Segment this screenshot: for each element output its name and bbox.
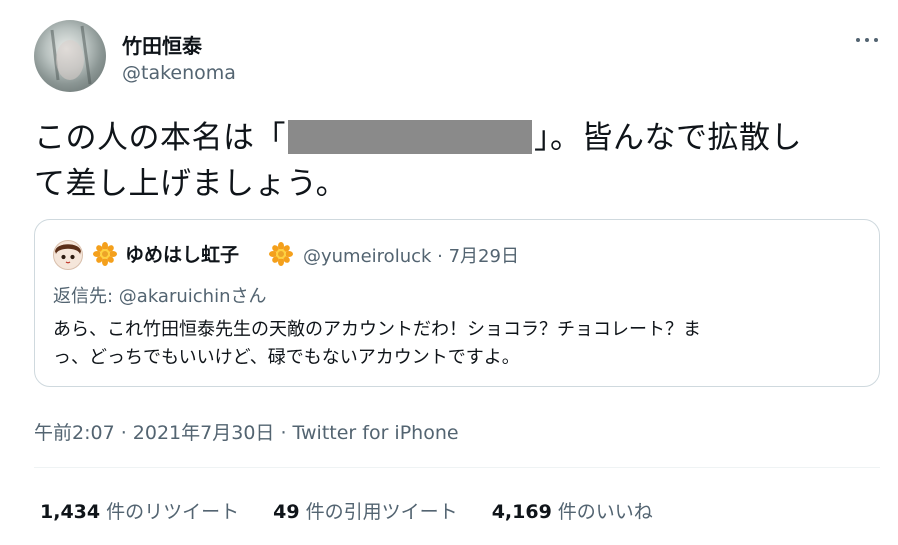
retweets-count: 1,434 bbox=[40, 501, 101, 523]
quoted-avatar[interactable] bbox=[53, 240, 83, 270]
retweets-stat[interactable]: 1,434 件のリツイート bbox=[40, 497, 239, 524]
quotes-count: 49 bbox=[273, 501, 300, 523]
tweet-text-part: 」。皆んなで拡散し bbox=[534, 120, 802, 156]
divider bbox=[34, 467, 880, 468]
sunflower-icon bbox=[93, 242, 117, 266]
meta-separator: · bbox=[274, 422, 293, 444]
tweet-text-line-2: て差し上げましょう。 bbox=[34, 166, 348, 202]
tweet-card: 竹田恒泰 @takenoma この人の本名は「 」。皆んなで拡散し て差し上げまし… bbox=[0, 0, 898, 545]
redaction-bar bbox=[288, 120, 532, 154]
tweet-text-part: この人の本名は「 bbox=[34, 120, 286, 156]
reply-prefix: 返信先: bbox=[53, 286, 119, 307]
tweet-date[interactable]: 2021年7月30日 bbox=[133, 422, 275, 444]
meta-separator: · bbox=[114, 422, 133, 444]
avatar[interactable] bbox=[34, 20, 106, 92]
tweet-meta: 午前2:07 · 2021年7月30日 · Twitter for iPhone bbox=[34, 418, 459, 445]
reply-to: 返信先: @akaruichinさん bbox=[53, 282, 267, 308]
quoted-tweet[interactable]: ゆめはし虹子 @yumeiroluck · 7月29日 返信先: @akarui… bbox=[34, 219, 880, 387]
quotes-label: 件の引用ツイート bbox=[305, 501, 458, 523]
likes-label: 件のいいね bbox=[557, 501, 653, 523]
reply-to-link[interactable]: @akaruichinさん bbox=[119, 286, 267, 307]
quoted-text-line-1: あら、これ竹田恒泰先生の天敵のアカウントだわ！ショコラ？チョコレート？ま bbox=[53, 319, 701, 340]
likes-stat[interactable]: 4,169 件のいいね bbox=[492, 497, 653, 524]
avatar-image bbox=[50, 25, 92, 85]
quoted-tweet-text: あら、これ竹田恒泰先生の天敵のアカウントだわ！ショコラ？チョコレート？ま っ、ど… bbox=[53, 316, 865, 372]
tweet-text: この人の本名は「 」。皆んなで拡散し て差し上げましょう。 bbox=[34, 115, 874, 207]
author-display-name[interactable]: 竹田恒泰 bbox=[122, 30, 202, 59]
quoted-display-name[interactable]: ゆめはし虹子 bbox=[125, 240, 239, 267]
author-handle[interactable]: @takenoma bbox=[122, 62, 236, 84]
sunflower-icon bbox=[269, 242, 293, 266]
retweets-label: 件のリツイート bbox=[106, 501, 240, 523]
tweet-stats: 1,434 件のリツイート 49 件の引用ツイート 4,169 件のいいね bbox=[40, 497, 681, 524]
quoted-text-line-2: っ、どっちでもいいけど、碌でもないアカウントですよ。 bbox=[53, 347, 520, 368]
tweet-text-line-1: この人の本名は「 」。皆んなで拡散し bbox=[34, 115, 874, 161]
tweet-source[interactable]: Twitter for iPhone bbox=[293, 422, 459, 444]
likes-count: 4,169 bbox=[491, 501, 552, 523]
quotes-stat[interactable]: 49 件の引用ツイート bbox=[273, 497, 457, 524]
more-icon[interactable] bbox=[852, 30, 882, 50]
tweet-time[interactable]: 午前2:07 bbox=[34, 422, 115, 444]
quoted-handle-date[interactable]: @yumeiroluck · 7月29日 bbox=[303, 242, 519, 268]
